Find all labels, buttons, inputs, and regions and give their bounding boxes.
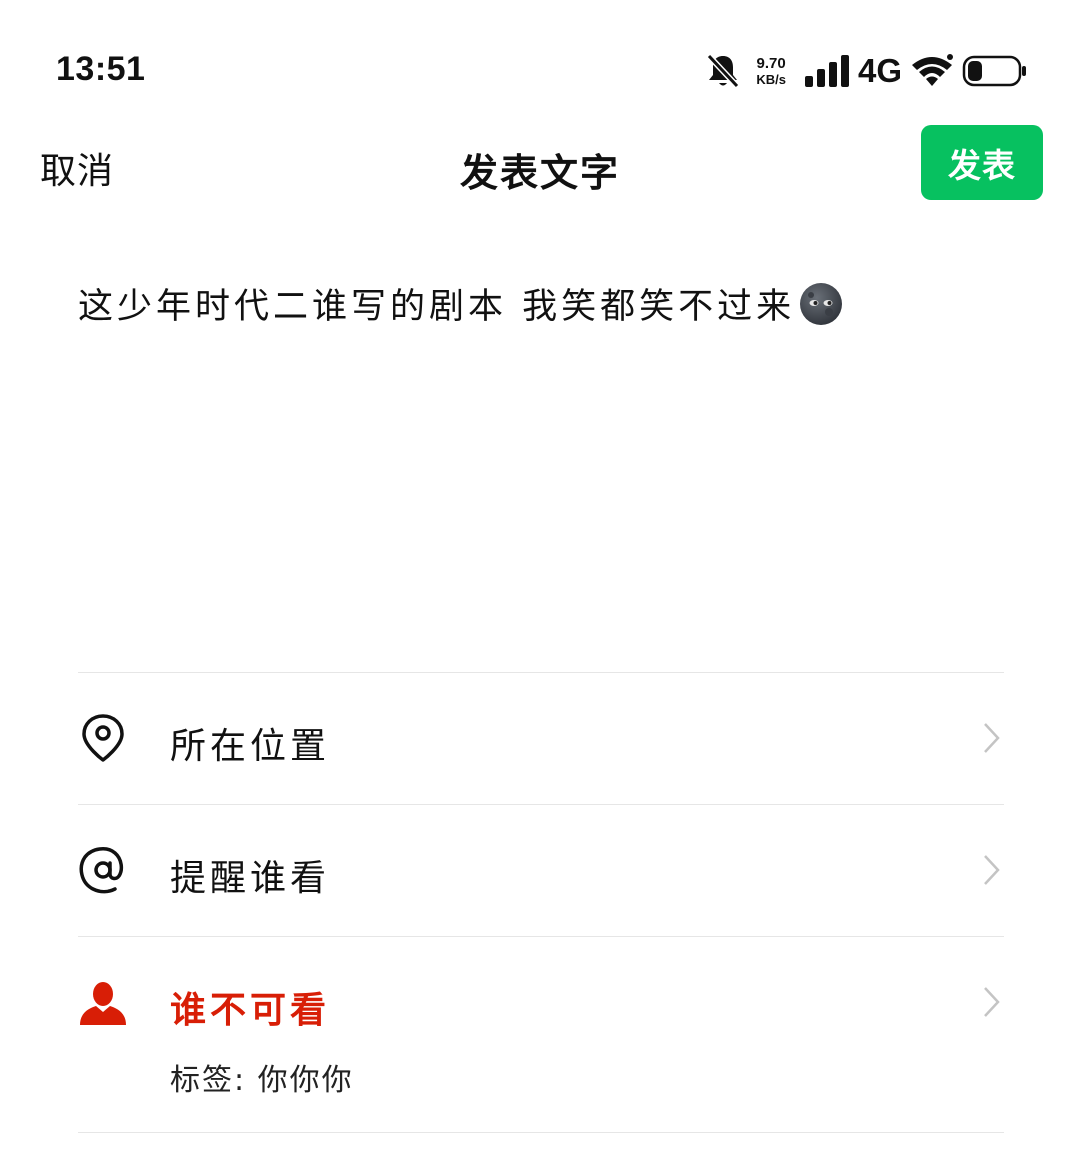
wifi-icon — [912, 54, 953, 86]
status-bar: 13:51 9.70 KB/s 4G — [0, 0, 1080, 120]
publish-button[interactable]: 发表 — [921, 125, 1043, 200]
location-pin-icon — [82, 714, 124, 762]
user-icon — [80, 982, 126, 1025]
at-icon — [79, 847, 124, 894]
new-moon-face-icon — [800, 282, 843, 325]
signal-icon — [804, 55, 849, 87]
chevron-right-icon — [984, 855, 1000, 885]
net-speed-value: 9.70 — [756, 55, 786, 72]
net-speed: 9.70 KB/s — [756, 56, 786, 86]
compose-text-area[interactable]: 这少年时代二谁写的剧本 我笑都笑不过来 — [78, 278, 1038, 329]
divider — [78, 1132, 1004, 1133]
network-type: 4G — [857, 52, 902, 89]
visibility-tag-line: 标签: 你你你 — [170, 1063, 354, 1098]
visibility-row[interactable]: 谁不可看 标签: 你你你 — [78, 937, 1004, 1132]
mention-label: 提醒谁看 — [170, 858, 331, 899]
page-title: 发表文字 — [459, 151, 620, 195]
location-label: 所在位置 — [170, 726, 331, 767]
battery-icon — [962, 55, 1026, 87]
status-time: 13:51 — [56, 50, 146, 88]
bell-muted-icon — [707, 53, 740, 89]
chevron-right-icon — [984, 987, 1000, 1017]
status-icons: 9.70 KB/s 4G — [706, 50, 1028, 92]
mention-row[interactable]: 提醒谁看 — [78, 805, 1004, 936]
location-row[interactable]: 所在位置 — [78, 673, 1004, 804]
net-speed-unit: KB/s — [756, 72, 786, 87]
compose-screen: 13:51 9.70 KB/s 4G 取消 发表文字 发表 这少年时代二谁写的剧… — [0, 0, 1080, 1162]
compose-text: 这少年时代二谁写的剧本 我笑都笑不过来 — [78, 287, 796, 327]
chevron-right-icon — [984, 723, 1000, 753]
title-bar: 取消 发表文字 发表 — [0, 120, 1080, 210]
visibility-label: 谁不可看 — [170, 990, 331, 1031]
